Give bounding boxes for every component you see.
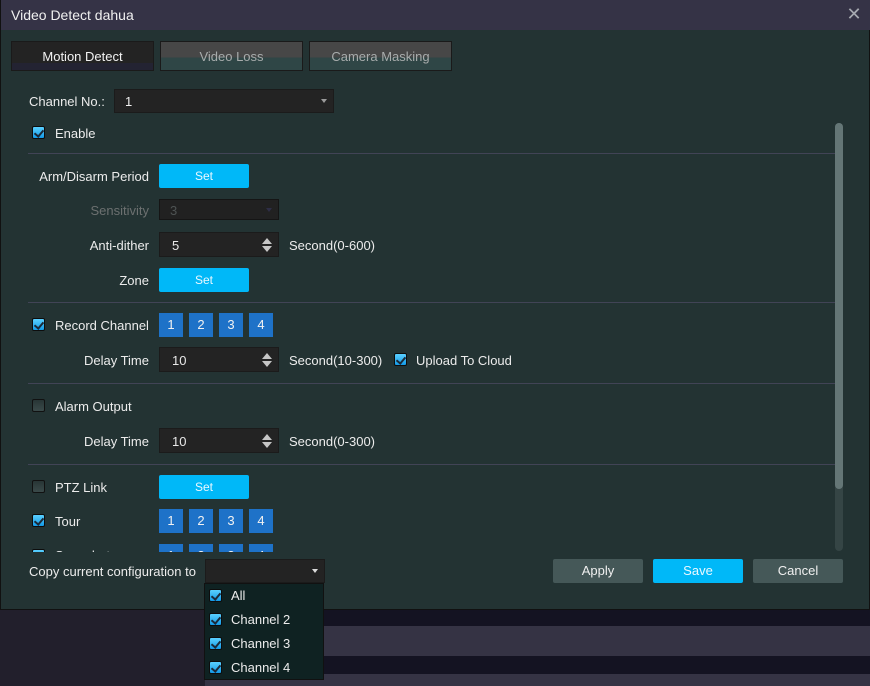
- enable-label: Enable: [55, 126, 96, 141]
- record-delay-value: 10: [172, 353, 187, 368]
- chevron-down-icon: [312, 569, 318, 573]
- scrollbar[interactable]: [835, 123, 843, 551]
- record-channel-3-button[interactable]: 3: [219, 313, 243, 337]
- copy-config-select[interactable]: [205, 559, 325, 583]
- arm-disarm-set-button[interactable]: Set: [159, 164, 249, 188]
- copy-option-label: Channel 2: [231, 612, 291, 627]
- alarm-delay-unit: Second(0-300): [289, 434, 375, 449]
- copy-option-channel-2[interactable]: Channel 2: [205, 608, 323, 632]
- ptz-link-set-button[interactable]: Set: [159, 475, 249, 499]
- tab-video-loss[interactable]: Video Loss: [160, 41, 303, 71]
- tab-motion-detect[interactable]: Motion Detect: [11, 41, 154, 71]
- alarm-delay-value: 10: [172, 434, 187, 449]
- anti-dither-value: 5: [172, 238, 180, 253]
- channel-value: 1: [125, 94, 133, 109]
- record-channel-4-button[interactable]: 4: [249, 313, 273, 337]
- snapshot-channel-4-button[interactable]: 4: [249, 544, 273, 552]
- copy-option-label: Channel 4: [231, 660, 291, 675]
- tour-channel-4-button[interactable]: 4: [249, 509, 273, 533]
- snapshot-channel-3-button[interactable]: 3: [219, 544, 243, 552]
- copy-option-label: All: [231, 588, 246, 603]
- copy-option-all[interactable]: All: [205, 584, 323, 608]
- copy-option-label: Channel 3: [231, 636, 291, 651]
- video-detect-dialog: Video Detect dahua ✕ Motion Detect Video…: [0, 0, 870, 610]
- record-delay-input[interactable]: 10: [159, 347, 279, 372]
- scrollbar-thumb[interactable]: [835, 123, 843, 489]
- arm-disarm-label: Arm/Disarm Period: [39, 169, 149, 184]
- record-channel-1-button[interactable]: 1: [159, 313, 183, 337]
- enable-checkbox[interactable]: [32, 126, 45, 139]
- record-channel-checkbox[interactable]: [32, 318, 45, 331]
- alarm-delay-label: Delay Time: [83, 434, 149, 449]
- record-delay-unit: Second(10-300): [289, 353, 383, 368]
- copy-config-label: Copy current configuration to: [29, 564, 196, 579]
- copy-option-checkbox[interactable]: [209, 637, 222, 650]
- tour-channel-3-button[interactable]: 3: [219, 509, 243, 533]
- record-delay-label: Delay Time: [83, 353, 149, 368]
- backdrop-panel: [0, 610, 205, 686]
- upload-cloud-checkbox[interactable]: [394, 353, 407, 366]
- divider: [28, 153, 836, 154]
- cancel-button[interactable]: Cancel: [753, 559, 843, 583]
- anti-dither-input[interactable]: 5: [159, 232, 279, 257]
- copy-option-channel-3[interactable]: Channel 3: [205, 632, 323, 656]
- sensitivity-select: 3: [159, 199, 279, 220]
- copy-option-channel-4[interactable]: Channel 4: [205, 656, 323, 680]
- apply-button[interactable]: Apply: [553, 559, 643, 583]
- spinner-arrows-icon[interactable]: [262, 238, 272, 252]
- sensitivity-value: 3: [170, 203, 178, 218]
- ptz-link-label: PTZ Link: [55, 480, 108, 495]
- alarm-output-checkbox[interactable]: [32, 399, 45, 412]
- upload-cloud-label: Upload To Cloud: [416, 353, 512, 368]
- channel-label: Channel No.:: [29, 94, 105, 109]
- snapshot-label: Snapshot: [55, 548, 110, 552]
- channel-select[interactable]: 1: [114, 89, 334, 113]
- chevron-down-icon: [266, 208, 272, 212]
- anti-dither-unit: Second(0-600): [289, 238, 375, 253]
- anti-dither-label: Anti-dither: [89, 238, 149, 253]
- spinner-arrows-icon[interactable]: [262, 434, 272, 448]
- save-button[interactable]: Save: [653, 559, 743, 583]
- record-channel-label: Record Channel: [55, 318, 149, 333]
- snapshot-checkbox[interactable]: [32, 549, 45, 552]
- record-channel-2-button[interactable]: 2: [189, 313, 213, 337]
- alarm-delay-input[interactable]: 10: [159, 428, 279, 453]
- copy-option-checkbox[interactable]: [209, 613, 222, 626]
- tour-label: Tour: [55, 514, 81, 529]
- sensitivity-label: Sensitivity: [90, 203, 149, 218]
- copy-option-checkbox[interactable]: [209, 661, 222, 674]
- close-icon[interactable]: ✕: [845, 4, 863, 24]
- alarm-output-label: Alarm Output: [55, 399, 132, 414]
- divider: [28, 464, 836, 465]
- tour-channel-2-button[interactable]: 2: [189, 509, 213, 533]
- snapshot-row-clipped: Snapshot 1 2 3 4: [1, 540, 831, 552]
- title-bar: Video Detect dahua ✕: [1, 0, 870, 30]
- chevron-down-icon: [321, 99, 327, 103]
- dialog-title: Video Detect dahua: [11, 7, 134, 23]
- copy-config-dropdown: All Channel 2 Channel 3 Channel 4: [204, 583, 324, 680]
- zone-set-button[interactable]: Set: [159, 268, 249, 292]
- copy-option-checkbox[interactable]: [209, 589, 222, 602]
- snapshot-channel-2-button[interactable]: 2: [189, 544, 213, 552]
- divider: [28, 302, 836, 303]
- spinner-arrows-icon[interactable]: [262, 353, 272, 367]
- ptz-link-checkbox[interactable]: [32, 480, 45, 493]
- tab-camera-masking[interactable]: Camera Masking: [309, 41, 452, 71]
- divider: [28, 383, 836, 384]
- snapshot-channel-1-button[interactable]: 1: [159, 544, 183, 552]
- tour-channel-1-button[interactable]: 1: [159, 509, 183, 533]
- zone-label: Zone: [119, 273, 149, 288]
- tour-checkbox[interactable]: [32, 514, 45, 527]
